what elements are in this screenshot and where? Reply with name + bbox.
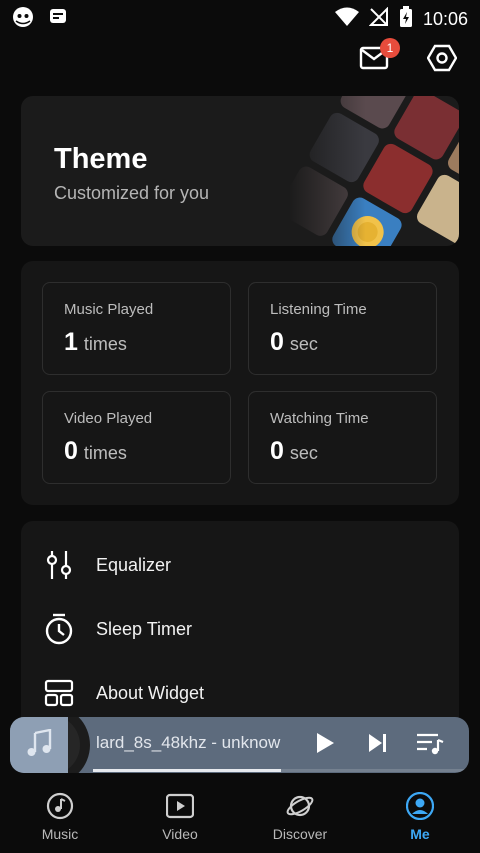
stat-video-played: Video Played 0 times: [42, 391, 231, 484]
status-clock: 10:06: [422, 9, 468, 29]
play-button[interactable]: [309, 729, 341, 761]
nav-label: Me: [410, 826, 430, 842]
stat-value: 0: [270, 437, 284, 465]
stat-watching-time: Watching Time 0 sec: [248, 391, 437, 484]
planet-icon: [286, 795, 314, 817]
theme-title: Theme: [54, 143, 148, 175]
music-disc-icon: [46, 792, 74, 820]
album-art[interactable]: [10, 717, 68, 773]
video-icon: [166, 793, 194, 819]
wifi-icon: [334, 7, 359, 32]
mail-button[interactable]: 1: [356, 38, 400, 78]
nav-label: Music: [41, 826, 79, 842]
stat-value: 0: [270, 328, 284, 356]
playback-progress-fill: [93, 769, 281, 772]
app-notification-icon: [48, 6, 68, 33]
now-playing-title[interactable]: lard_8s_48khz - unknow: [96, 733, 294, 753]
stat-label: Video Played: [64, 410, 153, 427]
skip-next-button[interactable]: [362, 729, 394, 761]
stat-label: Watching Time: [270, 410, 369, 427]
equalizer-icon: [43, 549, 75, 581]
menu-item-sleep-timer[interactable]: Sleep Timer: [21, 601, 459, 657]
stat-listening-time: Listening Time 0 sec: [248, 282, 437, 375]
menu-label: About Widget: [96, 682, 205, 703]
stat-unit: times: [83, 443, 127, 463]
ghost-icon: [12, 6, 34, 33]
settings-icon: [426, 43, 458, 78]
battery-charging-icon: [399, 6, 413, 33]
stat-value: 1: [64, 328, 78, 356]
widget-icon: [43, 677, 75, 709]
playback-progress-bar[interactable]: [93, 769, 468, 772]
stat-unit: times: [83, 334, 127, 354]
theme-subtitle: Customized for you: [54, 183, 210, 203]
stat-label: Listening Time: [270, 301, 367, 318]
nav-label: Discover: [272, 826, 328, 842]
nav-label: Video: [162, 826, 198, 842]
queue-button[interactable]: [414, 729, 446, 761]
menu-item-about-widget[interactable]: About Widget: [21, 665, 459, 721]
nav-music[interactable]: Music: [10, 792, 110, 848]
menu-label: Sleep Timer: [96, 618, 193, 639]
stat-unit: sec: [289, 443, 318, 463]
skip-next-icon: [367, 732, 389, 759]
stat-unit: sec: [289, 334, 318, 354]
timer-icon: [43, 613, 75, 645]
notification-badge: 1: [380, 38, 400, 58]
mini-player[interactable]: lard_8s_48khz - unknow: [10, 717, 469, 773]
stat-value: 0: [64, 437, 78, 465]
nav-me[interactable]: Me: [370, 792, 470, 848]
stat-label: Music Played: [64, 301, 154, 318]
stat-music-played: Music Played 1 times: [42, 282, 231, 375]
bottom-nav: Music Video Discover Me: [0, 780, 480, 853]
stats-card: Music Played 1 times Listening Time 0 se…: [21, 261, 459, 505]
settings-button[interactable]: [424, 42, 460, 78]
menu-label: Equalizer: [96, 554, 172, 575]
status-bar: 10:06: [0, 0, 480, 34]
nav-discover[interactable]: Discover: [250, 792, 350, 848]
music-note-icon: [26, 728, 52, 762]
queue-icon: [416, 731, 444, 760]
play-icon: [315, 732, 335, 759]
no-signal-icon: [368, 6, 389, 32]
theme-card[interactable]: Theme Customized for you: [21, 96, 459, 246]
person-icon: [406, 792, 434, 820]
menu-item-equalizer[interactable]: Equalizer: [21, 537, 459, 593]
theme-preview-art: [289, 96, 459, 246]
nav-video[interactable]: Video: [130, 792, 230, 848]
